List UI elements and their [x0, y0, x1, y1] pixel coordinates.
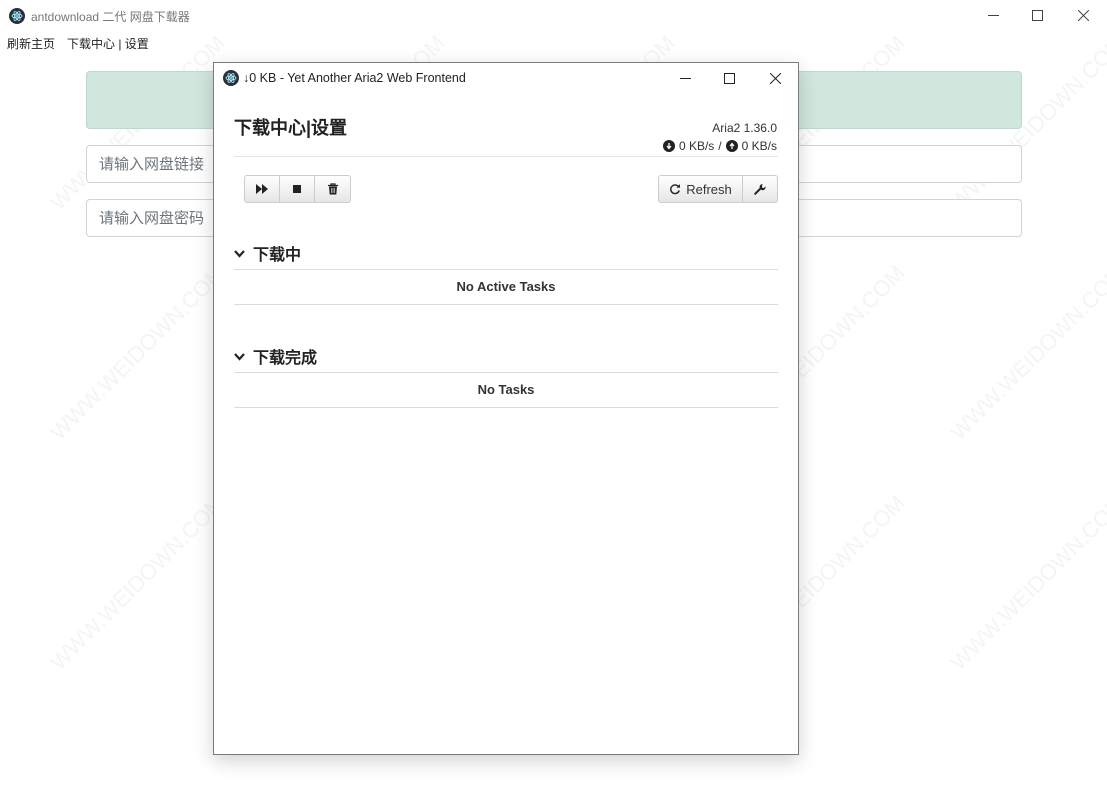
aria-dialog: ↓0 KB - Yet Another Aria2 Web Frontend 下… — [213, 62, 799, 755]
minimize-icon — [987, 15, 999, 16]
divider — [234, 269, 778, 270]
wrench-icon — [754, 184, 766, 195]
start-all-button[interactable] — [245, 176, 280, 202]
delete-button[interactable] — [315, 176, 350, 202]
section-completed-toggle[interactable]: 下载完成 — [234, 344, 317, 368]
refresh-label: Refresh — [686, 181, 732, 197]
section-completed-title: 下载完成 — [253, 350, 318, 367]
arrow-down-circle-icon — [662, 140, 675, 152]
main-titlebar: antdownload 二代 网盘下载器 — [0, 0, 1107, 31]
completed-empty-message: No Tasks — [477, 382, 535, 397]
minimize-button[interactable] — [970, 0, 1016, 31]
aria2-version: Aria2 1.36.0 — [712, 121, 777, 135]
dialog-titlebar: ↓0 KB - Yet Another Aria2 Web Frontend — [214, 63, 798, 93]
maximize-button[interactable] — [1014, 0, 1060, 31]
refresh-settings-group: Refresh — [658, 175, 778, 203]
section-downloading-title: 下载中 — [253, 247, 302, 264]
upload-speed: 0 KB/s — [741, 139, 777, 153]
close-icon — [769, 72, 781, 84]
divider — [234, 156, 778, 157]
refresh-button[interactable]: Refresh — [659, 176, 743, 202]
chevron-down-icon — [234, 249, 245, 258]
watermark: WWW.WEIDOWN.COM — [945, 490, 1107, 675]
task-action-group — [244, 175, 351, 203]
refresh-icon — [670, 184, 681, 195]
divider — [234, 407, 778, 408]
watermark: WWW.WEIDOWN.COM — [945, 260, 1107, 445]
electron-icon — [9, 8, 25, 24]
maximize-icon — [1031, 10, 1043, 21]
chevron-down-icon — [234, 352, 245, 361]
dialog-minimize-button[interactable] — [662, 63, 708, 93]
window-title: antdownload 二代 网盘下载器 — [31, 10, 190, 24]
minimize-icon — [679, 77, 691, 79]
divider — [234, 304, 778, 305]
divider — [234, 372, 778, 373]
settings-button[interactable] — [743, 176, 777, 202]
dialog-maximize-button[interactable] — [706, 63, 752, 93]
stop-icon — [293, 185, 301, 193]
close-icon — [1077, 10, 1089, 21]
dialog-close-button[interactable] — [752, 63, 798, 93]
electron-icon — [223, 70, 239, 86]
play-forward-icon — [256, 184, 268, 194]
menu-download-center[interactable]: 下载中心 | 设置 — [67, 35, 149, 52]
speed-readout: 0 KB/s / 0 KB/s — [662, 139, 777, 153]
stop-button[interactable] — [280, 176, 315, 202]
close-button[interactable] — [1060, 0, 1106, 31]
menu-refresh-home[interactable]: 刷新主页 — [7, 35, 55, 52]
arrow-up-circle-icon — [725, 140, 738, 152]
watermark: WWW.WEIDOWN.COM — [45, 260, 230, 445]
speed-separator: / — [718, 139, 722, 153]
page-title: 下载中心|设置 — [234, 118, 348, 138]
maximize-icon — [723, 72, 735, 84]
download-speed: 0 KB/s — [678, 139, 715, 153]
watermark: WWW.WEIDOWN.COM — [45, 490, 230, 675]
trash-icon — [327, 183, 338, 195]
downloading-empty-message: No Active Tasks — [456, 279, 556, 294]
menubar: 刷新主页 下载中心 | 设置 — [0, 31, 1107, 53]
dialog-title: ↓0 KB - Yet Another Aria2 Web Frontend — [243, 71, 466, 85]
section-downloading-toggle[interactable]: 下载中 — [234, 241, 301, 265]
